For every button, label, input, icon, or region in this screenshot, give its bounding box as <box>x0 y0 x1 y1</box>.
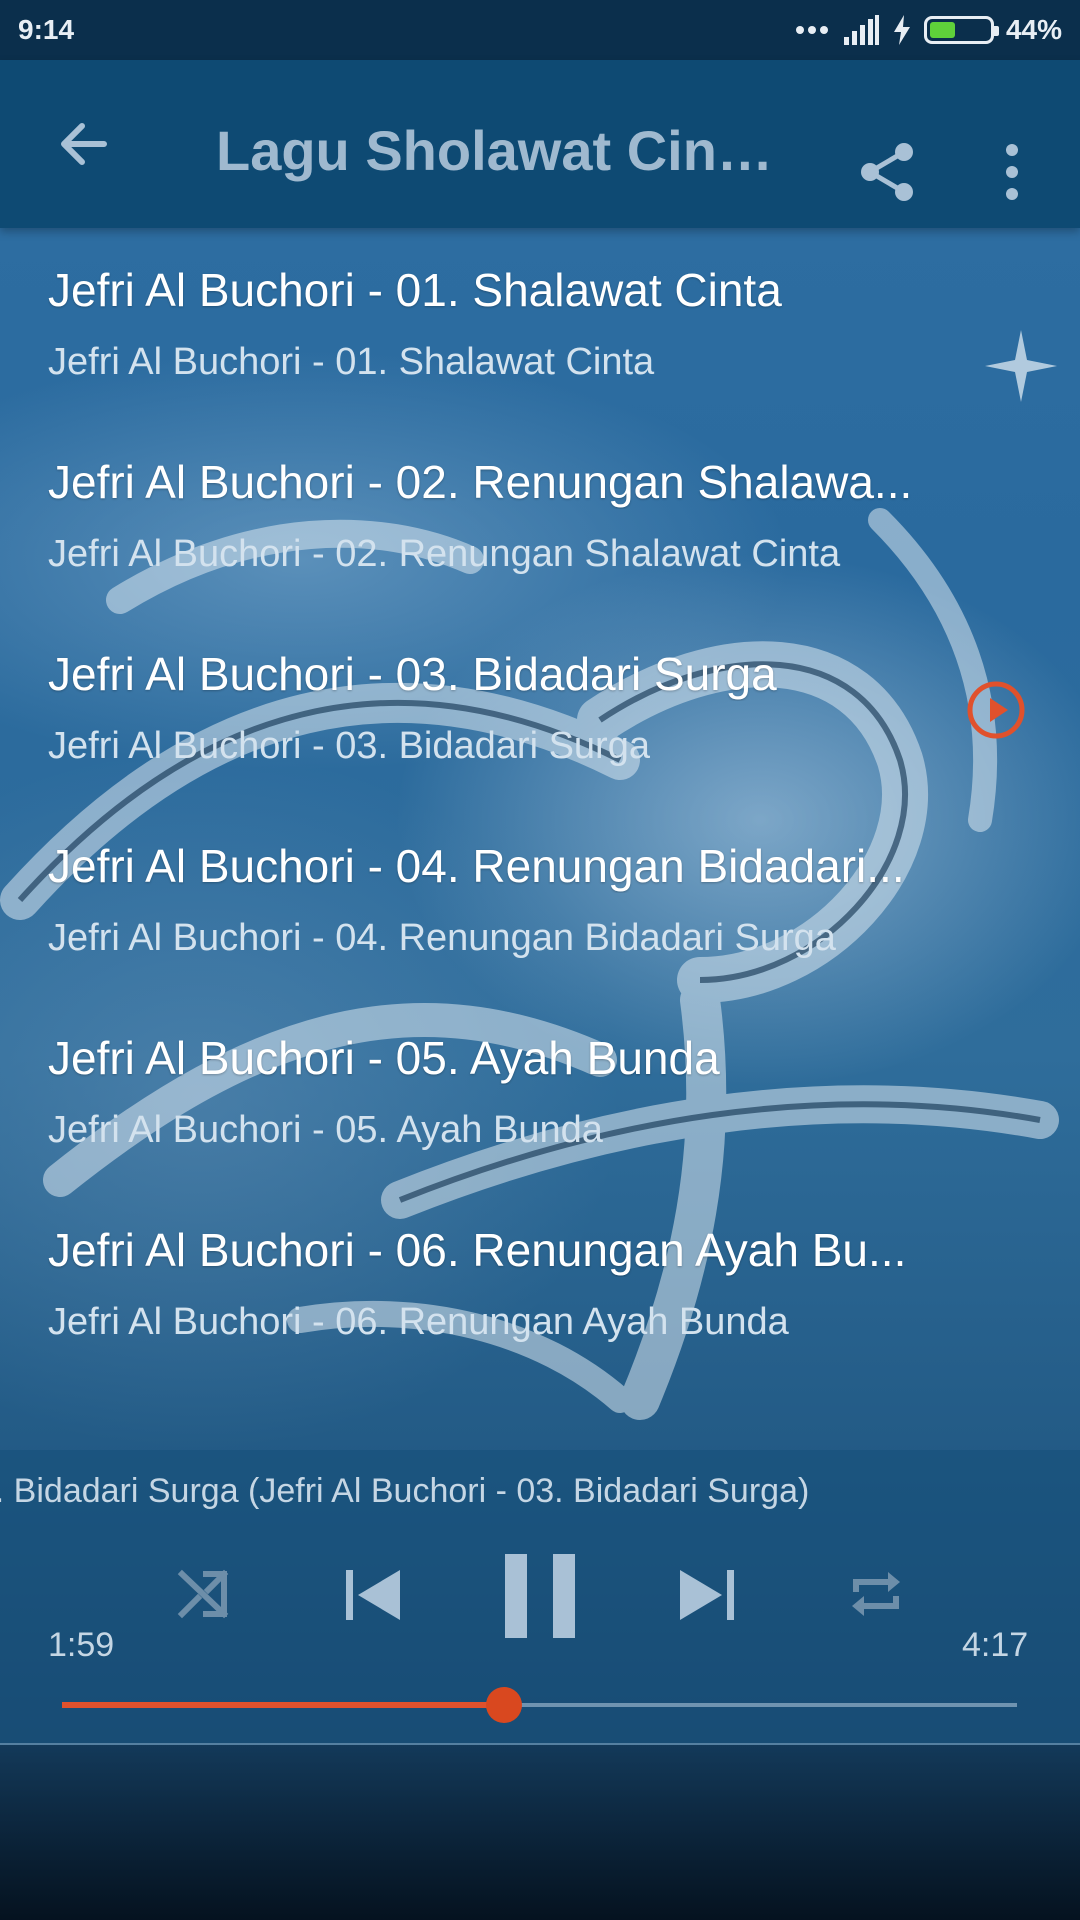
status-icons: 44% <box>794 14 1062 46</box>
track-title: Jefri Al Buchori - 06. Renungan Ayah Bu.… <box>48 1224 907 1276</box>
share-icon[interactable] <box>856 140 920 204</box>
seek-bar-thumb[interactable] <box>486 1687 522 1723</box>
more-vert-icon[interactable] <box>996 140 1028 204</box>
track-title: Jefri Al Buchori - 04. Renungan Bidadari… <box>48 840 905 892</box>
track-item[interactable]: Jefri Al Buchori - 06. Renungan Ayah Bu.… <box>0 1188 1080 1380</box>
track-subtitle: Jefri Al Buchori - 06. Renungan Ayah Bun… <box>48 1301 789 1343</box>
seek-bar-progress <box>62 1702 504 1708</box>
track-subtitle: Jefri Al Buchori - 05. Ayah Bunda <box>48 1109 603 1151</box>
now-playing-marquee: Jefri Al Buchori - 03. Bidadari Surga (J… <box>0 1472 1080 1522</box>
track-subtitle: Jefri Al Buchori - 01. Shalawat Cinta <box>48 341 655 383</box>
back-arrow-icon[interactable] <box>52 112 116 176</box>
bottom-shade <box>0 1745 1080 1920</box>
charging-icon <box>893 15 910 45</box>
track-list: Jefri Al Buchori - 01. Shalawat Cinta Je… <box>0 228 1080 1380</box>
signal-icon <box>843 15 879 45</box>
track-title: Jefri Al Buchori - 02. Renungan Shalawa.… <box>48 456 913 508</box>
track-item[interactable]: Jefri Al Buchori - 02. Renungan Shalawa.… <box>0 420 1080 612</box>
page-title: Lagu Sholawat Cint... <box>216 119 776 182</box>
app-bar: Lagu Sholawat Cint... <box>0 60 1080 228</box>
track-item[interactable]: Jefri Al Buchori - 03. Bidadari Surga Je… <box>0 612 1080 804</box>
previous-icon[interactable] <box>344 1566 402 1624</box>
total-duration: 4:17 <box>962 1626 1029 1664</box>
status-time: 9:14 <box>18 14 75 45</box>
track-item[interactable]: Jefri Al Buchori - 04. Renungan Bidadari… <box>0 804 1080 996</box>
track-item[interactable]: Jefri Al Buchori - 01. Shalawat Cinta Je… <box>0 228 1080 420</box>
screen: 9:14 44% Lagu Sholawat Cint... Jefri Al … <box>0 0 1080 1920</box>
track-item[interactable]: Jefri Al Buchori - 05. Ayah Bunda Jefri … <box>0 996 1080 1188</box>
shuffle-icon[interactable] <box>176 1566 232 1622</box>
track-title: Jefri Al Buchori - 01. Shalawat Cinta <box>48 264 782 316</box>
track-title: Jefri Al Buchori - 05. Ayah Bunda <box>48 1032 720 1084</box>
next-icon[interactable] <box>678 1566 736 1624</box>
repeat-icon[interactable] <box>848 1566 904 1622</box>
status-bar: 9:14 44% <box>0 0 1080 60</box>
elapsed-time: 1:59 <box>48 1626 115 1664</box>
track-title: Jefri Al Buchori - 03. Bidadari Surga <box>48 648 777 700</box>
now-playing-text: Jefri Al Buchori - 03. Bidadari Surga (J… <box>0 1472 810 1510</box>
track-subtitle: Jefri Al Buchori - 02. Renungan Shalawat… <box>48 533 841 575</box>
pause-icon[interactable] <box>503 1554 577 1638</box>
battery-percent: 44% <box>1005 14 1062 45</box>
dots-icon <box>795 26 828 34</box>
now-playing-indicator-icon <box>967 681 1025 739</box>
track-subtitle: Jefri Al Buchori - 04. Renungan Bidadari… <box>48 917 836 959</box>
battery-fill <box>929 22 956 38</box>
track-subtitle: Jefri Al Buchori - 03. Bidadari Surga <box>48 725 650 767</box>
battery-icon <box>923 16 999 44</box>
